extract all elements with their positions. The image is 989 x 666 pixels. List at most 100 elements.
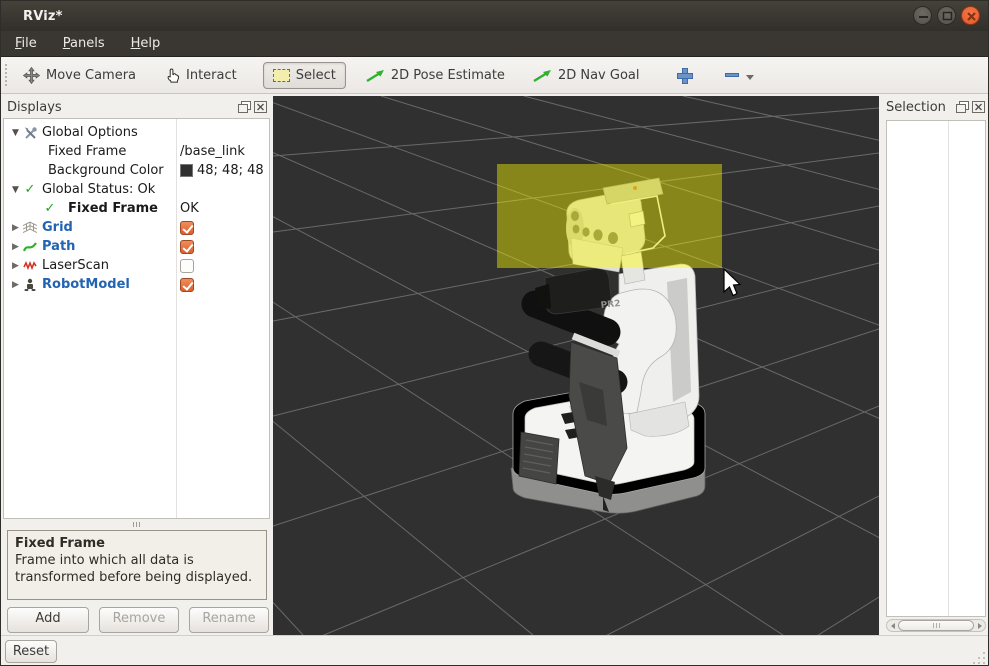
main-area: Displays ▼ Global Options <box>1 94 988 635</box>
tree-row-global-status[interactable]: ▼ ✓ Global Status: Ok <box>4 180 269 199</box>
scrollbar-thumb[interactable] <box>898 620 974 631</box>
move-camera-icon <box>23 67 40 84</box>
toolbar: Move Camera Interact Select 2D Pose Esti… <box>1 57 988 94</box>
tool-label: 2D Nav Goal <box>558 68 640 83</box>
float-panel-icon[interactable] <box>956 101 969 113</box>
remove-tool-button[interactable] <box>719 67 760 84</box>
pose-arrow-icon <box>366 69 385 82</box>
color-swatch[interactable] <box>180 164 193 177</box>
tool-select[interactable]: Select <box>263 62 346 89</box>
minimize-icon <box>914 7 933 26</box>
close-icon <box>962 7 981 26</box>
property-label: Fixed Frame <box>48 144 126 159</box>
plus-icon <box>677 68 691 82</box>
property-value[interactable]: 48; 48; 48 <box>197 163 264 178</box>
menubar: File Panels Help <box>1 31 988 57</box>
property-label: Fixed Frame <box>68 201 158 216</box>
scroll-left-button[interactable] <box>887 620 898 631</box>
tree-row-laserscan[interactable]: ▶ LaserScan <box>4 256 269 275</box>
maximize-button[interactable] <box>937 6 956 25</box>
displays-panel: Displays ▼ Global Options <box>3 96 271 633</box>
expander-closed-icon[interactable]: ▶ <box>12 261 22 271</box>
laserscan-enabled-checkbox[interactable] <box>180 259 194 273</box>
tree-row-robotmodel[interactable]: ▶ RobotModel <box>4 275 269 294</box>
rviz-window: RViz* File Panels Help Move Camera <box>0 0 989 666</box>
select-rectangle-icon <box>273 69 290 82</box>
scroll-right-icon <box>978 623 982 629</box>
status-ok-icon: ✓ <box>42 201 58 216</box>
expander-closed-icon[interactable]: ▶ <box>12 280 22 290</box>
expander-closed-icon[interactable]: ▶ <box>12 242 22 252</box>
expander-closed-icon[interactable]: ▶ <box>12 223 22 233</box>
path-enabled-checkbox[interactable] <box>180 240 194 254</box>
tree-row-path[interactable]: ▶ Path <box>4 237 269 256</box>
resize-grip[interactable] <box>972 650 986 664</box>
tools-icon <box>22 126 38 140</box>
render-viewport[interactable]: PR2 <box>273 96 879 635</box>
tool-2d-pose-estimate[interactable]: 2D Pose Estimate <box>356 62 515 89</box>
rename-button[interactable]: Rename <box>189 607 269 633</box>
robotmodel-display-icon <box>22 278 38 292</box>
close-panel-icon[interactable] <box>972 101 985 113</box>
add-button[interactable]: Add <box>7 607 89 633</box>
property-label: Global Status: Ok <box>42 182 155 197</box>
statusbar: Reset <box>1 635 988 666</box>
tool-label: 2D Pose Estimate <box>391 68 505 83</box>
tree-row-fixed-frame-status[interactable]: ✓ Fixed Frame OK <box>4 199 269 218</box>
selection-rectangle <box>497 164 722 268</box>
expander-open-icon[interactable]: ▼ <box>12 128 22 138</box>
property-description: Fixed Frame Frame into which all data is… <box>7 530 267 600</box>
scroll-right-button[interactable] <box>974 620 985 631</box>
close-button[interactable] <box>961 6 980 25</box>
titlebar[interactable]: RViz* <box>1 1 988 31</box>
menu-help[interactable]: Help <box>131 36 161 51</box>
close-panel-icon[interactable] <box>254 101 267 113</box>
minimize-button[interactable] <box>913 6 932 25</box>
path-display-icon <box>22 240 38 254</box>
window-title: RViz* <box>1 9 63 24</box>
tree-row-grid[interactable]: ▶ Grid <box>4 218 269 237</box>
property-label: Background Color <box>48 163 164 178</box>
display-name: LaserScan <box>42 258 109 273</box>
selection-panel: Selection <box>882 96 989 633</box>
horizontal-scrollbar[interactable] <box>886 619 986 632</box>
remove-button[interactable]: Remove <box>99 607 179 633</box>
selection-column-divider <box>948 121 949 616</box>
grid-enabled-checkbox[interactable] <box>180 221 194 235</box>
displays-panel-header: Displays <box>3 96 271 118</box>
displays-tree: ▼ Global Options Fixed Frame /base_link <box>3 118 270 519</box>
tool-interact[interactable]: Interact <box>156 61 247 90</box>
scroll-left-icon <box>891 623 895 629</box>
add-tool-button[interactable] <box>671 64 697 86</box>
selection-panel-title: Selection <box>886 100 956 115</box>
grid-display-icon <box>22 221 38 235</box>
description-body: Frame into which all data is transformed… <box>15 553 259 587</box>
pr2-label: PR2 <box>600 299 621 311</box>
menu-panels[interactable]: Panels <box>63 36 105 51</box>
menu-file[interactable]: File <box>15 36 37 51</box>
property-value: OK <box>180 201 199 216</box>
tool-label: Select <box>296 68 336 83</box>
displays-panel-title: Displays <box>7 100 238 115</box>
tree-row-background-color[interactable]: Background Color 48; 48; 48 <box>4 161 269 180</box>
description-title: Fixed Frame <box>15 536 259 553</box>
toolbar-drag-handle[interactable] <box>5 64 7 86</box>
expander-open-icon[interactable]: ▼ <box>12 185 22 195</box>
float-panel-icon[interactable] <box>238 101 251 113</box>
tool-move-camera[interactable]: Move Camera <box>13 61 146 90</box>
tool-2d-nav-goal[interactable]: 2D Nav Goal <box>523 62 650 89</box>
display-name: Path <box>42 239 75 254</box>
maximize-icon <box>938 7 957 26</box>
chevron-down-icon <box>746 75 754 80</box>
panel-splitter-handle[interactable] <box>3 521 270 528</box>
nav-goal-arrow-icon <box>533 69 552 82</box>
reset-button[interactable]: Reset <box>5 640 57 663</box>
property-value[interactable]: /base_link <box>180 144 245 159</box>
robotmodel-enabled-checkbox[interactable] <box>180 278 194 292</box>
tree-row-fixed-frame[interactable]: Fixed Frame /base_link <box>4 142 269 161</box>
property-label: Global Options <box>42 125 138 140</box>
selection-list[interactable] <box>886 120 986 617</box>
status-ok-icon: ✓ <box>22 182 38 197</box>
display-name: Grid <box>42 220 73 235</box>
tree-row-global-options[interactable]: ▼ Global Options <box>4 123 269 142</box>
